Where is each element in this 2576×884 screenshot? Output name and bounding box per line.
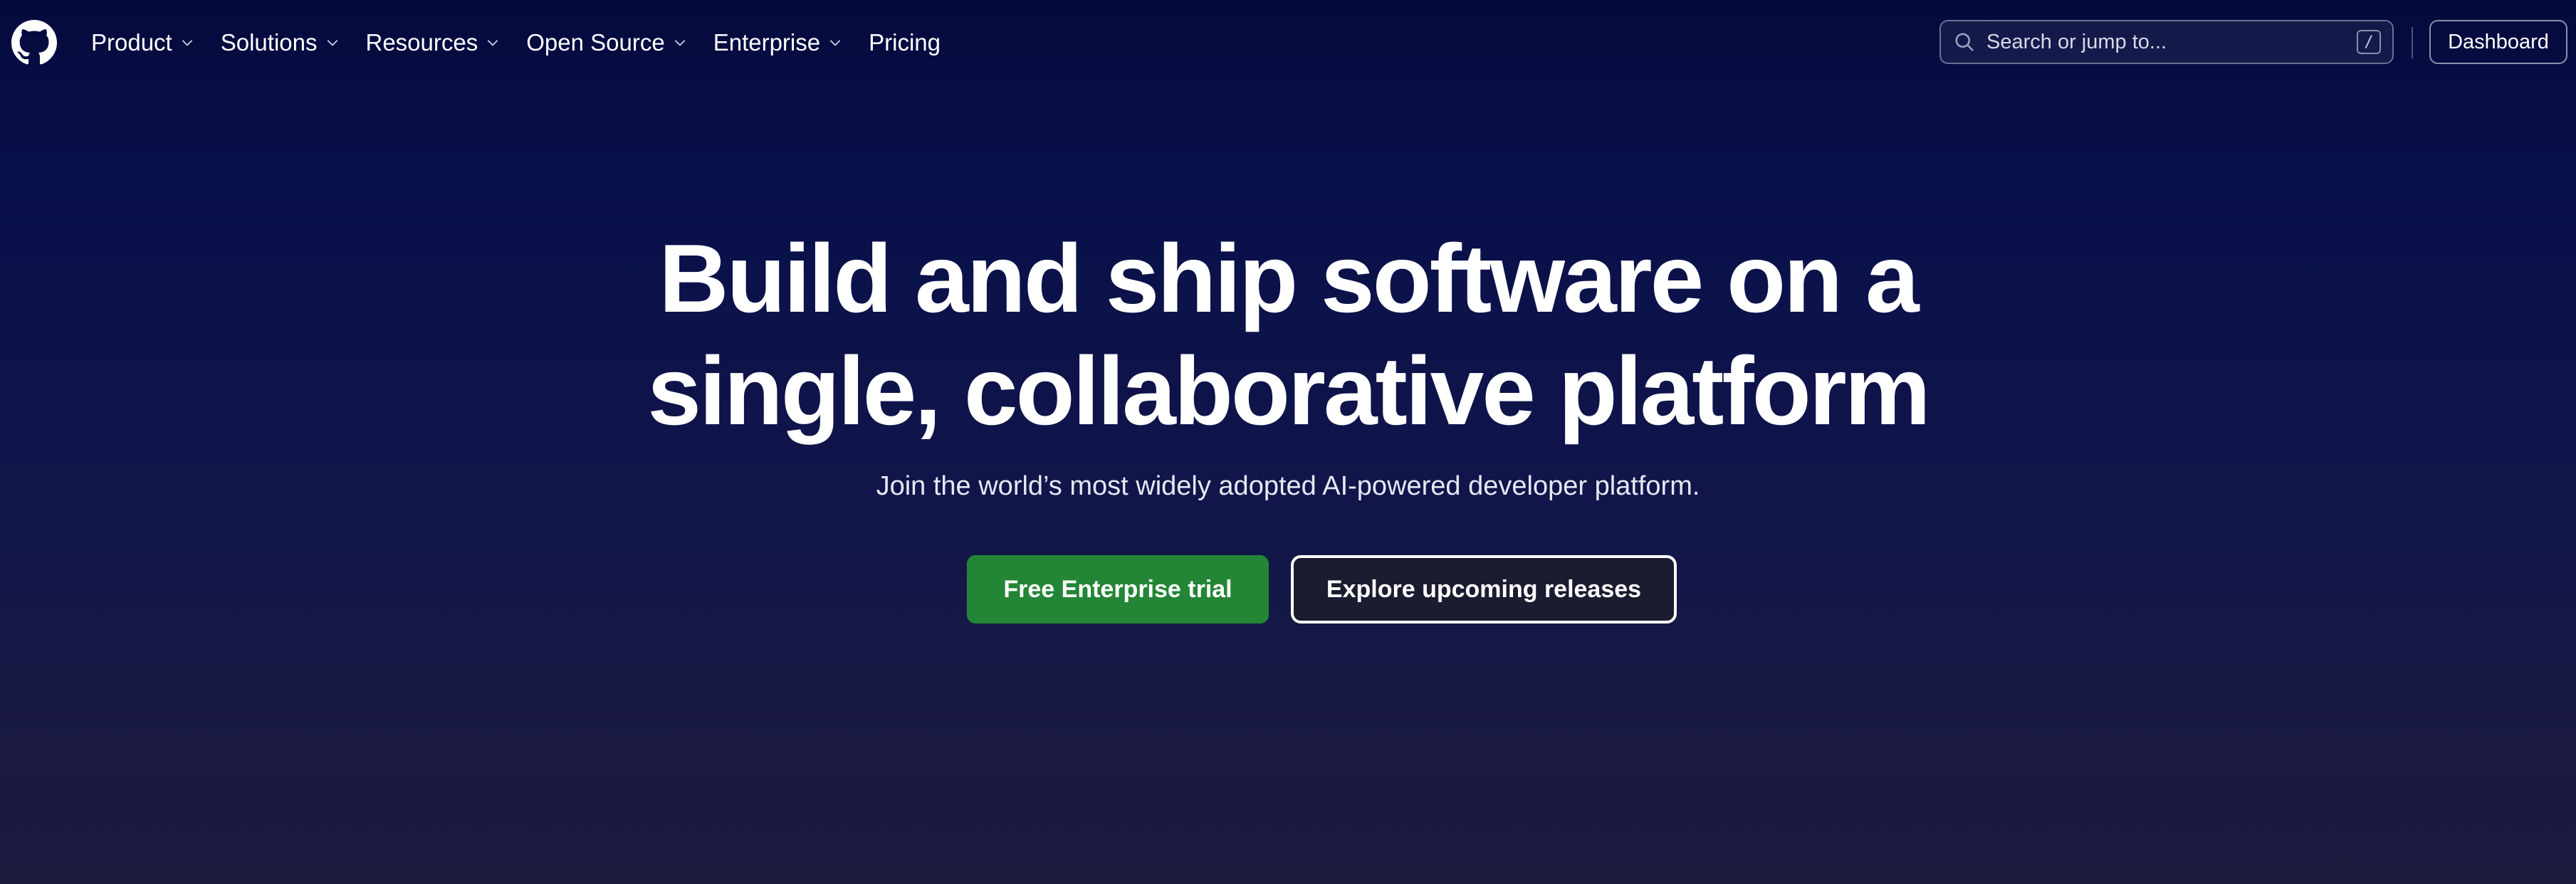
search-input[interactable]: Search or jump to... /: [1939, 20, 2394, 64]
search-placeholder: Search or jump to...: [1986, 30, 2167, 53]
nav-item-label: Enterprise: [713, 29, 821, 56]
nav-item-pricing[interactable]: Pricing: [869, 29, 941, 56]
nav-item-product[interactable]: Product: [91, 29, 195, 56]
nav-item-enterprise[interactable]: Enterprise: [713, 29, 843, 56]
header-divider: [2412, 27, 2413, 58]
site-header: Product Solutions Resources Open Source …: [0, 0, 2576, 85]
search-icon: [1954, 31, 1975, 53]
nav-item-label: Product: [91, 29, 172, 56]
chevron-down-icon: [179, 35, 195, 51]
nav-item-label: Pricing: [869, 29, 941, 56]
hero-title-line-1: Build and ship software on a: [659, 224, 1919, 332]
nav-item-open-source[interactable]: Open Source: [526, 29, 687, 56]
hero-subtitle: Join the world’s most widely adopted AI-…: [876, 471, 1700, 501]
hero-title: Build and ship software on a single, col…: [0, 222, 2576, 447]
keyboard-shortcut-badge: /: [2357, 30, 2381, 54]
chevron-down-icon: [827, 35, 843, 51]
nav-item-resources[interactable]: Resources: [366, 29, 501, 56]
explore-upcoming-releases-button[interactable]: Explore upcoming releases: [1291, 555, 1677, 623]
free-enterprise-trial-button[interactable]: Free Enterprise trial: [967, 555, 1269, 623]
chevron-down-icon: [672, 35, 688, 51]
hero-cta-row: Free Enterprise trial Explore upcoming r…: [0, 555, 2576, 625]
nav-item-solutions[interactable]: Solutions: [221, 29, 340, 56]
chevron-down-icon: [485, 35, 501, 51]
dashboard-button[interactable]: Dashboard: [2429, 20, 2567, 64]
nav-item-label: Open Source: [526, 29, 665, 56]
nav-item-label: Solutions: [220, 29, 318, 56]
main-nav: Product Solutions Resources Open Source …: [91, 21, 966, 64]
hero-title-line-2: single, collaborative platform: [647, 337, 1930, 445]
github-logo-icon[interactable]: [11, 20, 57, 65]
nav-item-label: Resources: [365, 29, 478, 56]
chevron-down-icon: [325, 35, 340, 51]
